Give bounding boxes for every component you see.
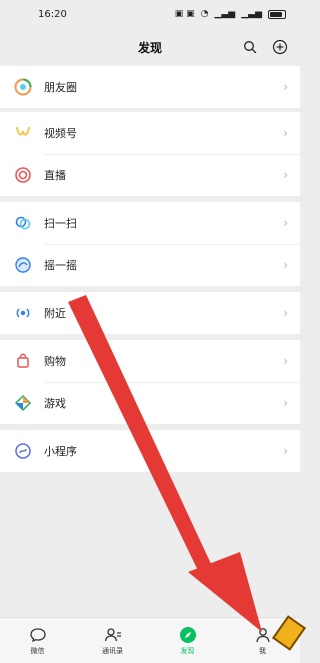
me-icon xyxy=(254,626,272,644)
list-item-games[interactable]: 游戏 › xyxy=(0,382,300,424)
chevron-right-icon: › xyxy=(283,258,288,272)
tab-label: 我 xyxy=(259,646,266,655)
list-item-scan[interactable]: 扫一扫 › xyxy=(0,202,300,244)
tab-label: 发现 xyxy=(180,646,195,655)
tab-label: 微信 xyxy=(30,646,45,655)
list-item-label: 小程序 xyxy=(44,445,77,458)
page-title: 发现 xyxy=(137,40,162,55)
list-item-label: 扫一扫 xyxy=(44,217,77,230)
list-item-label: 视频号 xyxy=(44,127,77,140)
status-bar: 16:20 ▣ ▣ ◔ ▁▃▅ ▁▃▅ xyxy=(0,0,300,28)
signal-icon: ▁▃▅ xyxy=(241,9,262,19)
tab-contacts[interactable]: 通讯录 xyxy=(75,618,150,663)
list-group-moments: 朋友圈 › xyxy=(0,66,300,108)
tab-discover[interactable]: 发现 xyxy=(150,618,225,663)
notification-icons: ▣ ▣ xyxy=(174,9,195,19)
wifi-icon: ◔ xyxy=(200,9,209,19)
list-item-label: 朋友圈 xyxy=(44,81,77,94)
battery-icon xyxy=(268,9,286,19)
chevron-right-icon: › xyxy=(283,396,288,410)
search-button[interactable] xyxy=(240,37,260,57)
chevron-right-icon: › xyxy=(283,126,288,140)
list-item-mini-programs[interactable]: 小程序 › xyxy=(0,430,300,472)
list-item-channels[interactable]: 视频号 › xyxy=(0,112,300,154)
chevron-right-icon: › xyxy=(283,444,288,458)
chevron-right-icon: › xyxy=(283,306,288,320)
add-button[interactable] xyxy=(270,37,290,57)
games-icon xyxy=(14,394,32,412)
signal-icon: ▁▃▅ xyxy=(214,9,236,19)
bottom-tab-bar: 微信 通讯录 发现 我 xyxy=(0,617,300,663)
title-actions xyxy=(240,37,290,57)
list-item-live[interactable]: 直播 › xyxy=(0,154,300,196)
chat-icon xyxy=(29,626,47,644)
status-time: 16:20 xyxy=(38,8,67,20)
chevron-right-icon: › xyxy=(283,168,288,182)
list-group-mini-programs: 小程序 › xyxy=(0,430,300,472)
channels-icon xyxy=(14,124,32,142)
shake-icon xyxy=(14,256,32,274)
list-item-label: 摇一摇 xyxy=(44,259,77,272)
scan-icon xyxy=(14,214,32,232)
chevron-right-icon: › xyxy=(283,216,288,230)
tab-chats[interactable]: 微信 xyxy=(0,618,75,663)
title-bar: 发现 xyxy=(0,28,300,66)
list-item-label: 附近 xyxy=(44,307,66,320)
chevron-right-icon: › xyxy=(283,80,288,94)
list-item-label: 购物 xyxy=(44,355,66,368)
chevron-right-icon: › xyxy=(283,354,288,368)
shopping-icon xyxy=(14,352,32,370)
list-group-scan-shake: 扫一扫 › 摇一摇 › xyxy=(0,202,300,286)
list-group-shop-games: 购物 › 游戏 › xyxy=(0,340,300,424)
list-item-label: 游戏 xyxy=(44,397,66,410)
discover-icon xyxy=(179,626,197,644)
nearby-icon xyxy=(14,304,32,322)
list-group-nearby: 附近 › xyxy=(0,292,300,334)
tab-label: 通讯录 xyxy=(102,646,123,655)
plus-circle-icon xyxy=(272,39,288,55)
list-item-shopping[interactable]: 购物 › xyxy=(0,340,300,382)
list-group-channels: 视频号 › 直播 › xyxy=(0,112,300,196)
live-icon xyxy=(14,166,32,184)
moments-icon xyxy=(14,78,32,96)
contacts-icon xyxy=(104,626,122,644)
status-icons: ▣ ▣ ◔ ▁▃▅ ▁▃▅ xyxy=(175,9,286,19)
list-item-nearby[interactable]: 附近 › xyxy=(0,292,300,334)
mini-program-icon xyxy=(14,442,32,460)
list-item-label: 直播 xyxy=(44,169,66,182)
search-icon xyxy=(244,41,257,54)
list-item-moments[interactable]: 朋友圈 › xyxy=(0,66,300,108)
list-item-shake[interactable]: 摇一摇 › xyxy=(0,244,300,286)
